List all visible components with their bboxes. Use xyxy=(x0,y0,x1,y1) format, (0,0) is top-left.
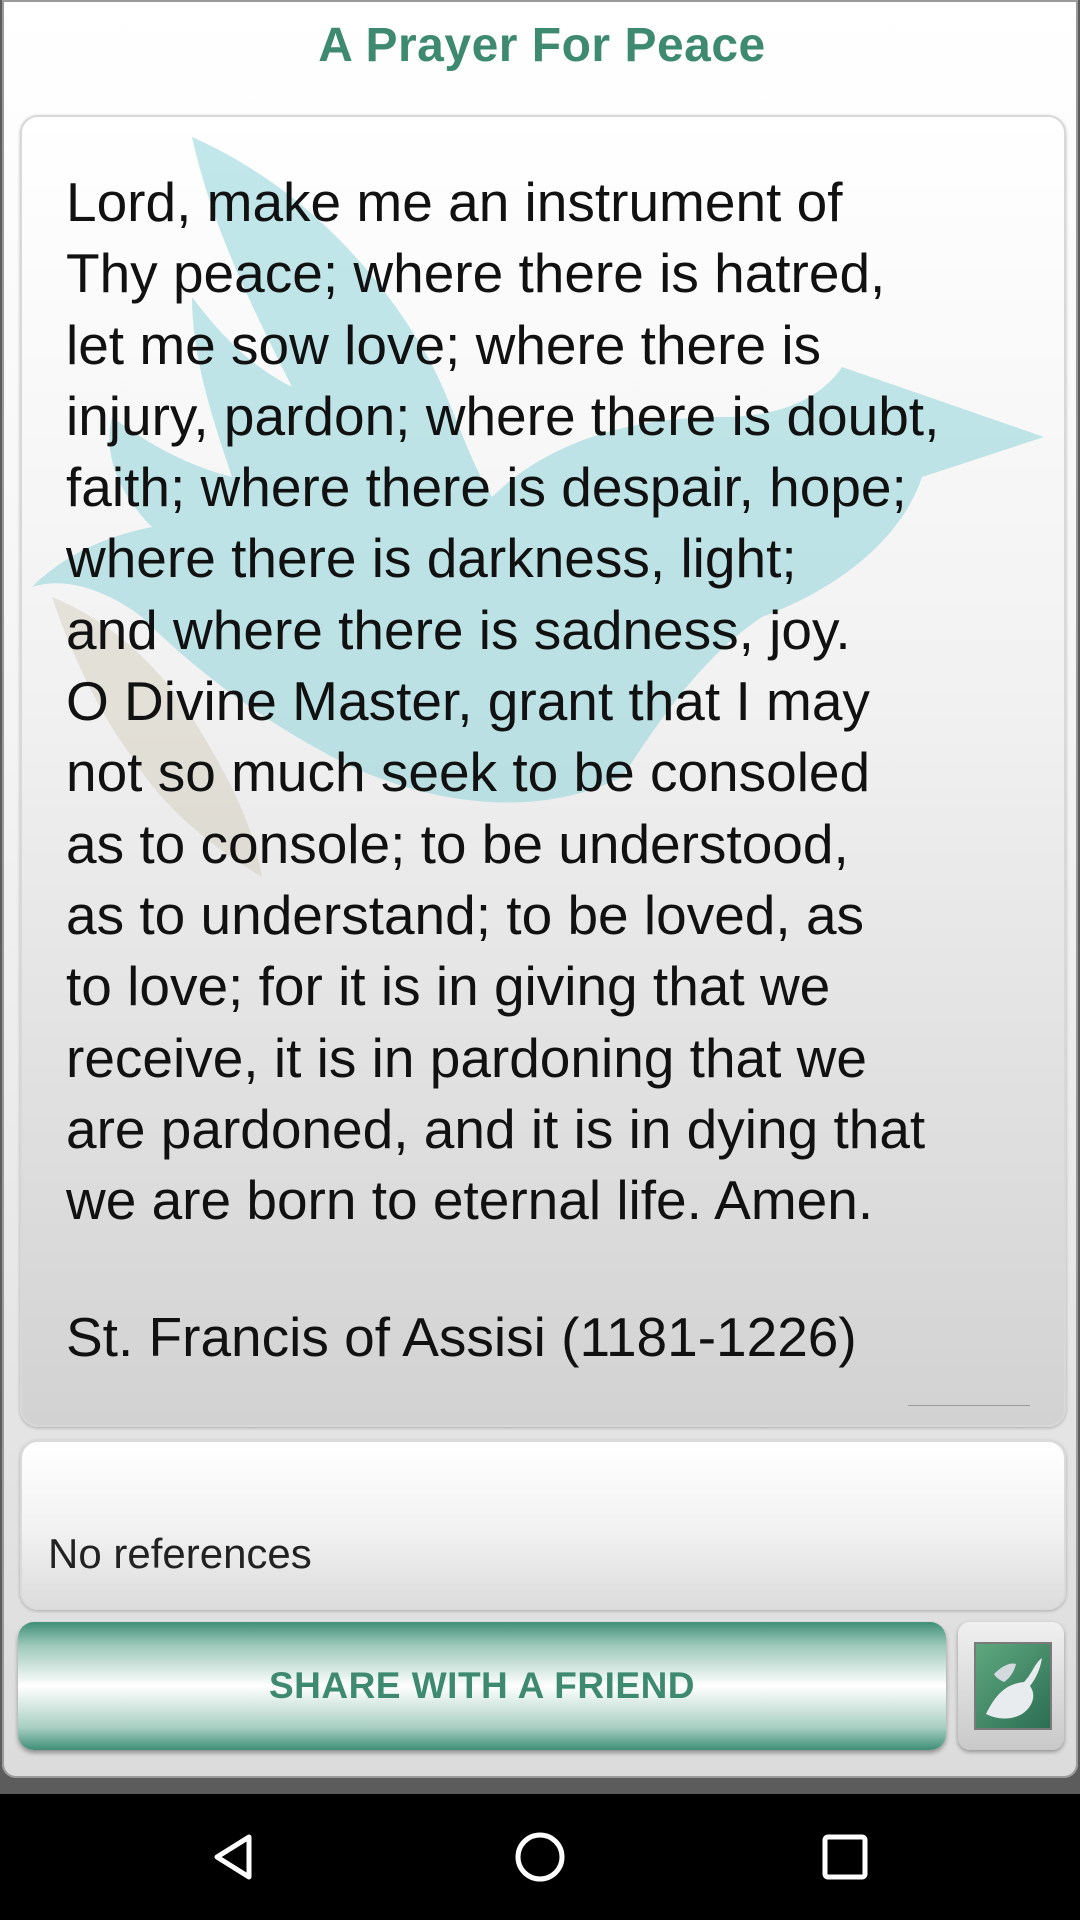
references-card: No references xyxy=(20,1440,1066,1610)
dove-image-icon xyxy=(974,1642,1052,1730)
back-icon[interactable] xyxy=(205,1827,265,1887)
home-icon[interactable] xyxy=(510,1827,570,1887)
dove-image-button[interactable] xyxy=(958,1622,1064,1750)
prayer-text: Lord, make me an instrument of Thy peace… xyxy=(66,171,940,1232)
share-with-friend-button[interactable]: SHARE WITH A FRIEND xyxy=(18,1622,946,1750)
navigation-bar xyxy=(0,1794,1080,1920)
prayer-attribution: St. Francis of Assisi (1181-1226) xyxy=(66,1306,857,1368)
divider xyxy=(908,1405,1030,1406)
share-button-label: SHARE WITH A FRIEND xyxy=(268,1665,696,1706)
recents-icon[interactable] xyxy=(815,1827,875,1887)
app-frame: A Prayer For Peace Lord, make me an inst… xyxy=(2,0,1078,1778)
page-title: A Prayer For Peace xyxy=(318,19,766,72)
prayer-card: Lord, make me an instrument of Thy peace… xyxy=(20,115,1066,1427)
references-text: No references xyxy=(48,1530,312,1577)
